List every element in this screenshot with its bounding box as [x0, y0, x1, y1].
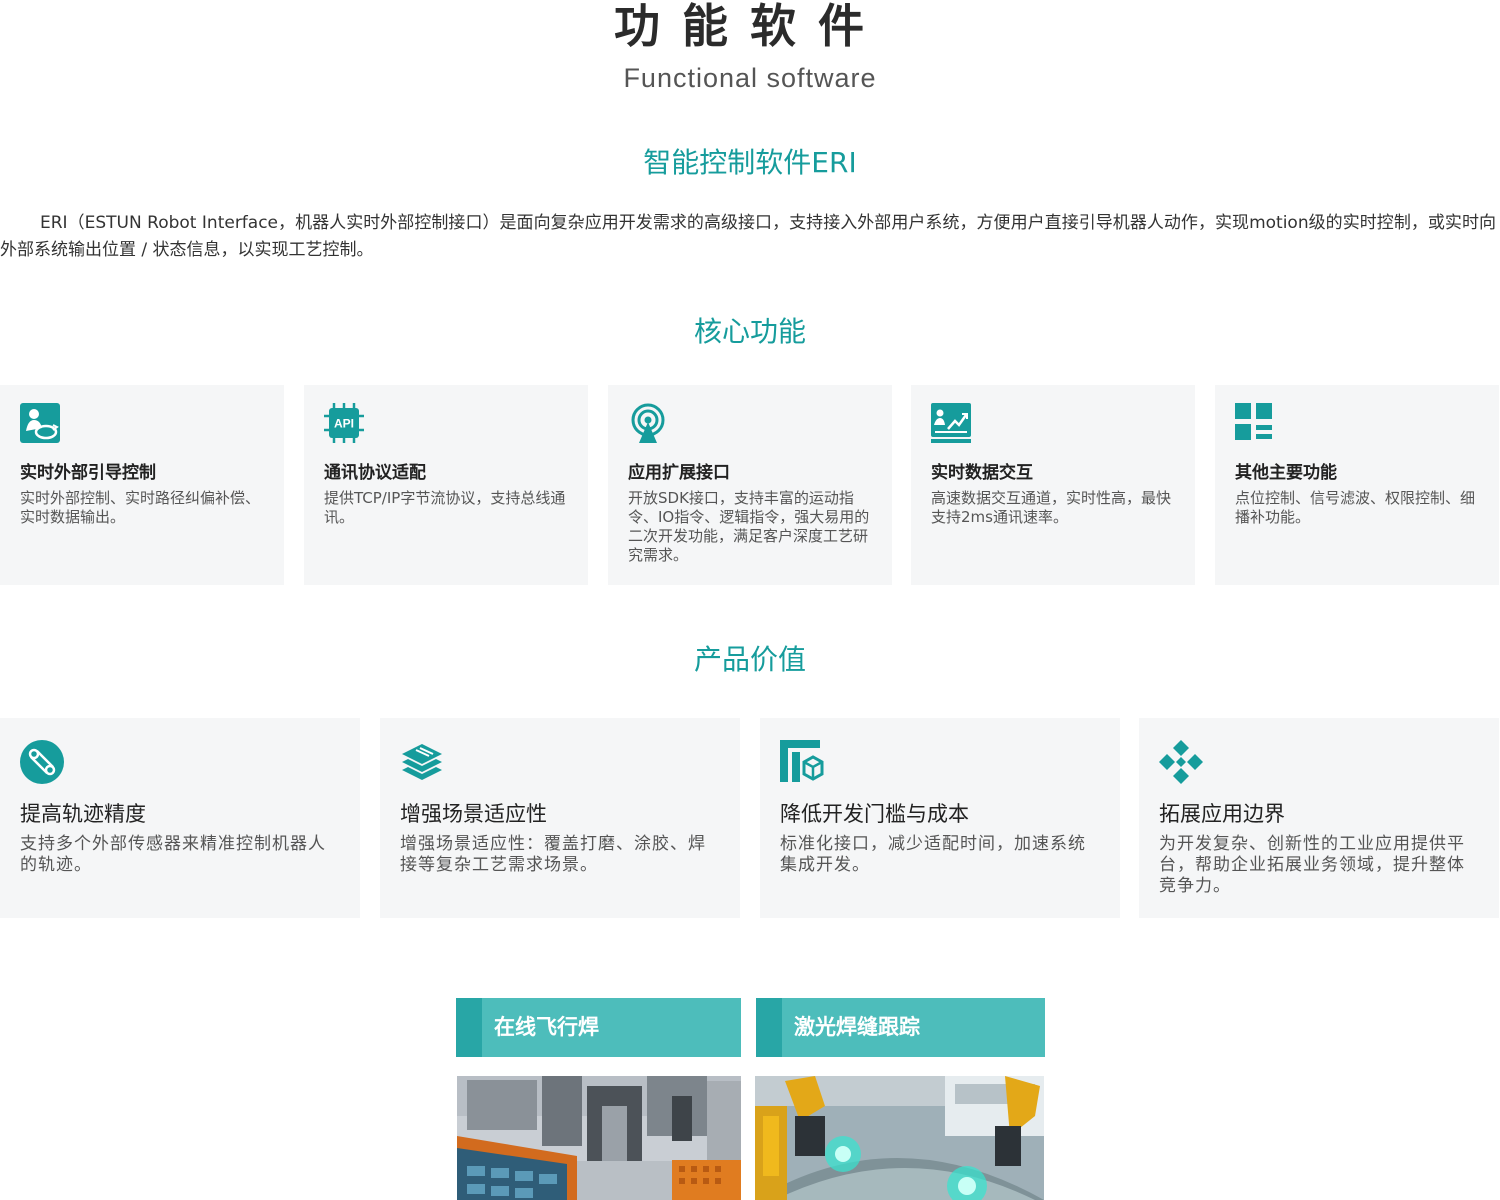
layers-icon	[402, 744, 442, 780]
api-chip-icon: API	[324, 403, 364, 443]
core-card-data-exchange[interactable]: 实时数据交互 高速数据交互通道，实时性高，最快支持2ms通讯速率。	[911, 385, 1195, 585]
eri-section-title: 智能控制软件ERI	[643, 146, 857, 179]
core-card-extension[interactable]: 应用扩展接口 开放SDK接口，支持丰富的运动指令、IO指令、逻辑指令，强大易用的…	[608, 385, 892, 585]
grid-apps-icon	[1235, 403, 1272, 440]
value-card-adaptability[interactable]: 增强场景适应性 增强场景适应性：覆盖打磨、涂胶、焊接等复杂工艺需求场景。	[380, 718, 740, 918]
card-title: 增强场景适应性	[400, 802, 547, 826]
standard-box-icon	[780, 740, 824, 782]
card-title: 实时数据交互	[931, 463, 1033, 483]
core-card-external-guide[interactable]: 实时外部引导控制 实时外部控制、实时路径纠偏补偿、实时数据输出。	[0, 385, 284, 585]
card-title: 提高轨迹精度	[20, 802, 146, 826]
card-desc: 点位控制、信号滤波、权限控制、细播补功能。	[1235, 489, 1476, 526]
card-desc: 支持多个外部传感器来精准控制机器人的轨迹。	[20, 834, 326, 875]
card-desc: 增强场景适应性：覆盖打磨、涂胶、焊接等复杂工艺需求场景。	[400, 834, 706, 875]
card-desc: 提供TCP/IP字节流协议，支持总线通讯。	[324, 489, 566, 526]
card-title: 通讯协议适配	[324, 463, 426, 483]
tab-label: 激光焊缝跟踪	[794, 1015, 920, 1039]
tab-laser-seam-tracking[interactable]: 激光焊缝跟踪	[756, 998, 1045, 1057]
core-card-other[interactable]: 其他主要功能 点位控制、信号滤波、权限控制、细播补功能。	[1215, 385, 1499, 585]
card-title: 应用扩展接口	[628, 463, 730, 483]
card-desc: 开放SDK接口，支持丰富的运动指令、IO指令、逻辑指令，强大易用的二次开发功能，…	[628, 489, 870, 564]
core-section-title: 核心功能	[693, 315, 806, 348]
card-title: 拓展应用边界	[1159, 802, 1285, 826]
page-title: 功能软件	[614, 0, 886, 53]
page-subtitle: Functional software	[623, 63, 877, 93]
flying-welding-photo[interactable]	[457, 1076, 741, 1200]
card-desc: 标准化接口，减少适配时间，加速系统集成开发。	[780, 834, 1086, 875]
robot-guide-icon	[20, 403, 60, 443]
core-card-protocol[interactable]: API 通讯协议适配 提供TCP/IP字节流协议，支持总线通讯。	[304, 385, 588, 585]
card-title: 降低开发门槛与成本	[780, 802, 969, 826]
tab-online-flying-welding[interactable]: 在线飞行焊	[456, 998, 741, 1057]
value-card-boundary[interactable]: 拓展应用边界 为开发复杂、创新性的工业应用提供平台，帮助企业拓展业务领域，提升整…	[1139, 718, 1499, 918]
tab-label: 在线飞行焊	[494, 1015, 599, 1039]
card-title: 实时外部引导控制	[20, 463, 156, 483]
card-desc: 为开发复杂、创新性的工业应用提供平台，帮助企业拓展业务领域，提升整体竞争力。	[1159, 834, 1465, 896]
card-desc: 实时外部控制、实时路径纠偏补偿、实时数据输出。	[20, 489, 261, 526]
value-card-precision[interactable]: 提高轨迹精度 支持多个外部传感器来精准控制机器人的轨迹。	[0, 718, 360, 918]
card-title: 其他主要功能	[1235, 463, 1337, 483]
data-exchange-icon	[931, 403, 971, 443]
value-section-title: 产品价值	[693, 643, 806, 676]
expand-diamond-icon	[1159, 740, 1203, 784]
precision-icon	[20, 740, 64, 784]
laser-seam-tracking-photo[interactable]	[755, 1076, 1044, 1200]
signal-tower-icon	[631, 403, 665, 443]
eri-description: ERI（ESTUN Robot Interface，机器人实时外部控制接口）是面…	[0, 213, 1496, 260]
card-desc: 高速数据交互通道，实时性高，最快支持2ms通讯速率。	[931, 489, 1172, 526]
svg-text:API: API	[334, 417, 354, 431]
value-card-cost[interactable]: 降低开发门槛与成本 标准化接口，减少适配时间，加速系统集成开发。	[760, 718, 1120, 918]
